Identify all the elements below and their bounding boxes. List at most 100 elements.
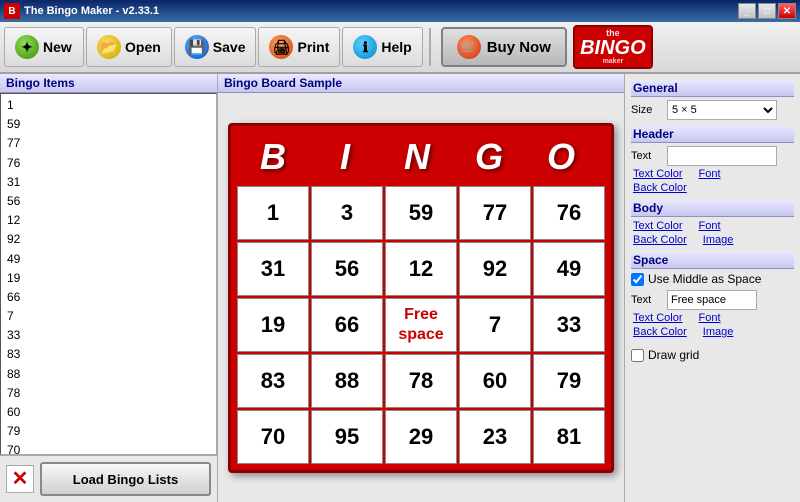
close-button[interactable]: ✕ [778,3,796,19]
bingo-cell: 31 [237,242,309,296]
window-title: The Bingo Maker - v2.33.1 [24,5,159,17]
bingo-letter-o: O [525,132,597,182]
list-item: 79 [3,422,214,441]
new-button[interactable]: ✦ New [4,27,84,67]
draw-grid-row: Draw grid [631,348,794,362]
header-text-color-link[interactable]: Text Color [633,168,683,180]
header-section: Header Text Text Color Font Back Color [631,126,794,196]
list-item: 78 [3,384,214,403]
title-bar: B The Bingo Maker - v2.33.1 _ □ ✕ [0,0,800,22]
save-label: Save [213,39,246,55]
bingo-cell: 7 [459,298,531,352]
main-content: Bingo Items 1 59 77 76 31 56 12 92 49 19… [0,74,800,502]
space-text-row: Text [631,290,794,310]
body-image-link[interactable]: Image [703,234,734,246]
bingo-cell: 1 [237,186,309,240]
size-label: Size [631,104,663,116]
bingo-cell: 76 [533,186,605,240]
bingo-cell: 83 [237,354,309,408]
space-section: Space Use Middle as Space Text Text Colo… [631,252,794,340]
header-label: Header [631,126,794,143]
body-back-color-link[interactable]: Back Color [633,234,687,246]
list-item: 31 [3,173,214,192]
space-text-input[interactable] [667,290,757,310]
buy-icon: 🛒 [457,35,481,59]
bingo-cell: 33 [533,298,605,352]
buy-now-button[interactable]: 🛒 Buy Now [441,27,567,67]
new-label: New [43,39,72,55]
list-item: 19 [3,269,214,288]
body-text-color-link[interactable]: Text Color [633,220,683,232]
list-item: 66 [3,288,214,307]
minimize-button[interactable]: _ [738,3,756,19]
header-text-row: Text [631,146,794,166]
bingo-logo: the BINGO maker [573,25,653,69]
space-back-color-link[interactable]: Back Color [633,326,687,338]
list-item: 49 [3,250,214,269]
draw-grid-label: Draw grid [648,348,699,362]
delete-button[interactable]: ✕ [6,465,34,493]
load-bingo-lists-button[interactable]: Load Bingo Lists [40,462,211,496]
draw-grid-checkbox[interactable] [631,349,644,362]
help-icon: ℹ [353,35,377,59]
bingo-cell: 56 [311,242,383,296]
print-button[interactable]: 🖨 Print [258,27,340,67]
bingo-cell: 60 [459,354,531,408]
header-back-color-link[interactable]: Back Color [633,182,687,194]
body-font-link[interactable]: Font [699,220,721,232]
new-icon: ✦ [15,35,39,59]
space-links-row-1: Text Color Font [631,312,794,324]
bingo-cell: 29 [385,410,457,464]
bingo-cell: 79 [533,354,605,408]
board-container: B I N G O 1 3 59 77 76 31 56 12 92 49 [218,93,624,502]
bingo-letter-b: B [237,132,309,182]
bingo-cell: 88 [311,354,383,408]
bingo-title-row: B I N G O [237,132,605,182]
middle-panel: Bingo Board Sample B I N G O 1 3 59 77 7… [218,74,624,502]
open-icon: 📂 [97,35,121,59]
list-item: 59 [3,115,214,134]
header-links-row: Text Color Font [631,168,794,180]
bingo-board: B I N G O 1 3 59 77 76 31 56 12 92 49 [228,123,614,473]
bingo-cell: 19 [237,298,309,352]
toolbar: ✦ New 📂 Open 💾 Save 🖨 Print ℹ Help 🛒 Buy… [0,22,800,74]
print-label: Print [297,39,329,55]
bingo-cell: 81 [533,410,605,464]
bingo-items-header: Bingo Items [0,74,217,93]
window-controls: _ □ ✕ [738,3,796,19]
bingo-cell: 66 [311,298,383,352]
use-middle-row: Use Middle as Space [631,272,794,286]
space-image-link[interactable]: Image [703,326,734,338]
size-select[interactable]: 3 × 3 4 × 4 5 × 5 6 × 6 [667,100,777,120]
space-text-color-link[interactable]: Text Color [633,312,683,324]
space-links-row-2: Back Color Image [631,326,794,338]
items-list[interactable]: 1 59 77 76 31 56 12 92 49 19 66 7 33 83 … [0,93,217,455]
list-item: 7 [3,307,214,326]
header-font-link[interactable]: Font [699,168,721,180]
body-label: Body [631,200,794,217]
panel-footer: ✕ Load Bingo Lists [0,455,217,502]
header-text-label: Text [631,150,663,162]
list-item: 12 [3,211,214,230]
open-button[interactable]: 📂 Open [86,27,172,67]
bingo-cell: 95 [311,410,383,464]
bingo-letter-n: N [381,132,453,182]
help-button[interactable]: ℹ Help [342,27,422,67]
header-text-input[interactable] [667,146,777,166]
body-section: Body Text Color Font Back Color Image [631,200,794,248]
list-item: 83 [3,345,214,364]
list-item: 70 [3,441,214,455]
bingo-cell: 12 [385,242,457,296]
list-item: 60 [3,403,214,422]
header-back-color-row: Back Color [631,182,794,194]
right-panel: General Size 3 × 3 4 × 4 5 × 5 6 × 6 Hea… [624,74,800,502]
space-text-label: Text [631,294,663,306]
bingo-cell: 70 [237,410,309,464]
space-font-link[interactable]: Font [699,312,721,324]
bingo-cell: 78 [385,354,457,408]
bingo-grid: 1 3 59 77 76 31 56 12 92 49 19 66 Free s… [237,186,605,464]
restore-button[interactable]: □ [758,3,776,19]
save-button[interactable]: 💾 Save [174,27,257,67]
use-middle-checkbox[interactable] [631,273,644,286]
use-middle-label: Use Middle as Space [648,272,761,286]
